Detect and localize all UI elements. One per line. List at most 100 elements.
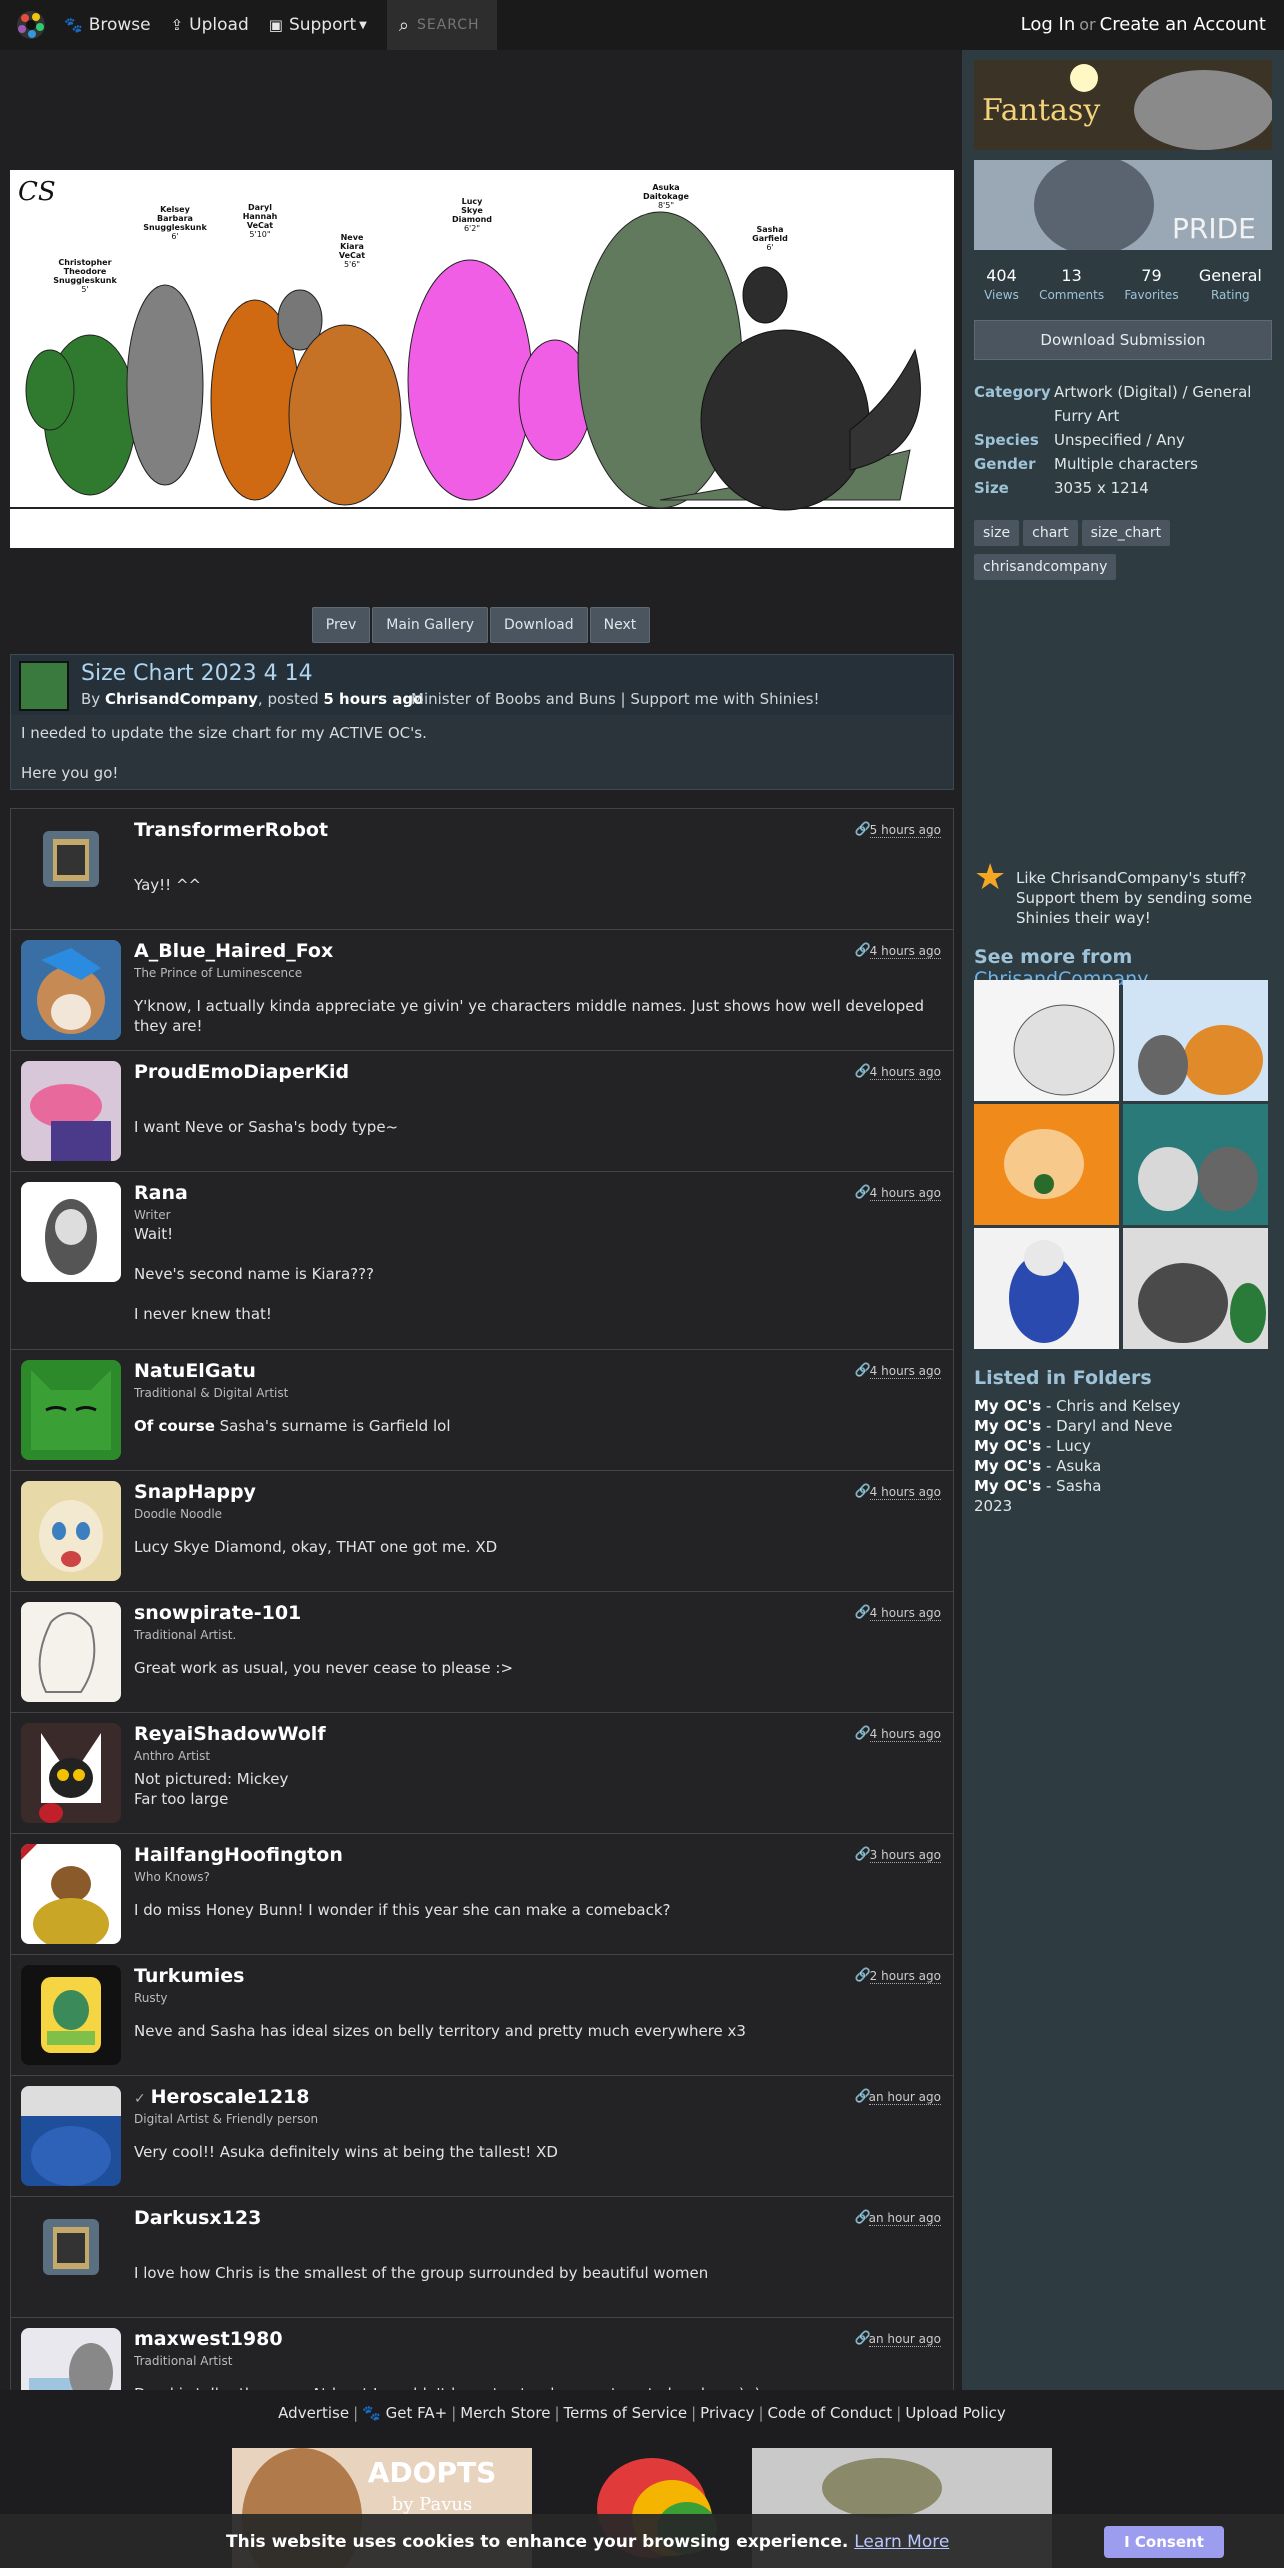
comment-time[interactable]: an hour ago	[868, 2211, 941, 2226]
comment-time[interactable]: 4 hours ago	[869, 1186, 941, 1201]
commenter-name[interactable]: NatuElGatu	[134, 1360, 256, 1382]
comment-time[interactable]: 4 hours ago	[869, 1727, 941, 1742]
commenter-name[interactable]: A_Blue_Haired_Fox	[134, 940, 333, 962]
shinies-promo[interactable]: ★ Like ChrisandCompany's stuff? Support …	[974, 860, 1272, 928]
comment-time[interactable]: 5 hours ago	[869, 823, 941, 838]
gallery-thumbnail[interactable]	[974, 1104, 1119, 1225]
commenter-name[interactable]: ProudEmoDiaperKid	[134, 1061, 349, 1083]
link-icon[interactable]: 🔗	[855, 1363, 871, 1378]
footer-link-advertise[interactable]: Advertise	[278, 2404, 349, 2422]
commenter-name[interactable]: ReyaiShadowWolf	[134, 1723, 326, 1745]
comment-time[interactable]: 3 hours ago	[869, 1848, 941, 1863]
commenter-avatar[interactable]	[21, 1602, 121, 1702]
submission-info-box: Size Chart 2023 4 14 By ChrisandCompany,…	[10, 654, 954, 790]
comment-body: Not pictured: Mickey Far too large	[134, 1769, 924, 1809]
tag[interactable]: size_chart	[1081, 520, 1171, 546]
link-icon[interactable]: 🔗	[855, 1484, 871, 1499]
gallery-thumbnail[interactable]	[974, 980, 1119, 1101]
author-link[interactable]: ChrisandCompany	[105, 690, 258, 708]
download-button[interactable]: Download	[490, 607, 588, 643]
comment-line: Neve's second name is Kiara???	[134, 1265, 375, 1283]
commenter-avatar[interactable]	[21, 1182, 121, 1282]
comment-time[interactable]: 4 hours ago	[869, 944, 941, 959]
commenter-name[interactable]: SnapHappy	[134, 1481, 256, 1503]
nav-browse[interactable]: 🐾 Browse	[64, 15, 151, 35]
folder-link[interactable]: My OC's - Sasha	[974, 1476, 1180, 1496]
comment-time[interactable]: 4 hours ago	[869, 1485, 941, 1500]
consent-button[interactable]: I Consent	[1104, 2526, 1224, 2558]
gallery-thumbnail[interactable]	[1123, 1228, 1268, 1349]
commenter-avatar[interactable]	[21, 2207, 121, 2307]
commenter-avatar[interactable]	[21, 1844, 121, 1944]
comment-time[interactable]: an hour ago	[868, 2090, 941, 2105]
main-gallery-button[interactable]: Main Gallery	[372, 607, 489, 643]
prev-button[interactable]: Prev	[311, 607, 371, 643]
commenter-name[interactable]: TransformerRobot	[134, 819, 328, 841]
commenter-name[interactable]: Darkusx123	[134, 2207, 261, 2229]
commenter-name[interactable]: HailfangHoofington	[134, 1844, 343, 1866]
site-logo-icon[interactable]	[14, 8, 48, 42]
commenter-avatar[interactable]	[21, 1723, 121, 1823]
commenter-avatar[interactable]	[21, 940, 121, 1040]
pride-banner[interactable]: PRIDE	[974, 160, 1272, 250]
commenter-name[interactable]: ✓ Heroscale1218	[134, 2086, 310, 2108]
submission-image[interactable]: CS Christopher Theodore Snuggleskunk 5' Kel…	[10, 170, 954, 548]
link-icon[interactable]: 🔗	[855, 943, 871, 958]
submission-title: Size Chart 2023 4 14	[81, 661, 313, 686]
commenter-name[interactable]: maxwest1980	[134, 2328, 283, 2350]
footer-link-merch[interactable]: Merch Store	[460, 2404, 550, 2422]
footer-link-tos[interactable]: Terms of Service	[564, 2404, 688, 2422]
ad-adopts-text: ADOPTS	[368, 2456, 497, 2489]
tag[interactable]: chrisandcompany	[974, 554, 1117, 580]
comment-time[interactable]: 4 hours ago	[869, 1364, 941, 1379]
folder-link[interactable]: My OC's - Lucy	[974, 1436, 1180, 1456]
gallery-thumbnail[interactable]	[974, 1228, 1119, 1349]
commenter-avatar[interactable]	[21, 2086, 121, 2186]
download-submission-button[interactable]: Download Submission	[974, 320, 1272, 360]
comment-time[interactable]: 2 hours ago	[869, 1969, 941, 1984]
next-button[interactable]: Next	[589, 607, 651, 643]
footer-link-conduct[interactable]: Code of Conduct	[768, 2404, 893, 2422]
gallery-thumbnail[interactable]	[1123, 1104, 1268, 1225]
comment-time[interactable]: 4 hours ago	[869, 1606, 941, 1621]
footer-link-privacy[interactable]: Privacy	[700, 2404, 754, 2422]
folder-link[interactable]: My OC's - Chris and Kelsey	[974, 1396, 1180, 1416]
author-avatar[interactable]	[19, 661, 69, 711]
folder-link[interactable]: My OC's - Daryl and Neve	[974, 1416, 1180, 1436]
commenter-avatar[interactable]	[21, 1360, 121, 1460]
tag[interactable]: chart	[1023, 520, 1078, 546]
link-icon[interactable]: 🔗	[855, 1726, 871, 1741]
folder-subname: 2023	[974, 1497, 1013, 1515]
folder-link[interactable]: My OC's - Asuka	[974, 1456, 1180, 1476]
learn-more-link[interactable]: Learn More	[854, 2532, 949, 2552]
commenter-name[interactable]: snowpirate-101	[134, 1602, 301, 1624]
commenter-avatar[interactable]	[21, 1061, 121, 1161]
detail-value[interactable]: Artwork (Digital) / General Furry Art	[1054, 380, 1272, 428]
tag[interactable]: size	[974, 520, 1020, 546]
commenter-avatar[interactable]	[21, 819, 121, 919]
nav-upload[interactable]: ⇪ Upload	[171, 15, 249, 35]
gallery-thumbnail[interactable]	[1123, 980, 1268, 1101]
link-icon[interactable]: 🔗	[855, 1064, 871, 1079]
link-icon[interactable]: 🔗	[855, 1605, 871, 1620]
search-icon[interactable]: ⌕	[399, 15, 409, 36]
folder-link[interactable]: 2023	[974, 1496, 1180, 1516]
commenter-name[interactable]: Turkumies	[134, 1965, 244, 1987]
commenter-name[interactable]: Rana	[134, 1182, 188, 1204]
link-icon[interactable]: 🔗	[855, 822, 871, 837]
login-link[interactable]: Log In	[1021, 14, 1076, 35]
footer-link-fa-plus[interactable]: Get FA+	[386, 2404, 448, 2422]
link-icon[interactable]: 🔗	[855, 1847, 871, 1862]
fantasy-banner[interactable]: Fantasy	[974, 60, 1272, 150]
nav-support[interactable]: ▣ Support ▼	[269, 15, 367, 35]
commenter-avatar[interactable]	[21, 1481, 121, 1581]
comment-time[interactable]: an hour ago	[868, 2332, 941, 2347]
footer-link-upload-policy[interactable]: Upload Policy	[905, 2404, 1005, 2422]
search-input[interactable]	[416, 17, 487, 33]
comment-time[interactable]: 4 hours ago	[869, 1065, 941, 1080]
create-account-link[interactable]: Create an Account	[1100, 14, 1266, 35]
stat-rating: General Rating	[1199, 266, 1262, 302]
link-icon[interactable]: 🔗	[855, 1968, 871, 1983]
commenter-avatar[interactable]	[21, 1965, 121, 2065]
link-icon[interactable]: 🔗	[855, 1185, 871, 1200]
